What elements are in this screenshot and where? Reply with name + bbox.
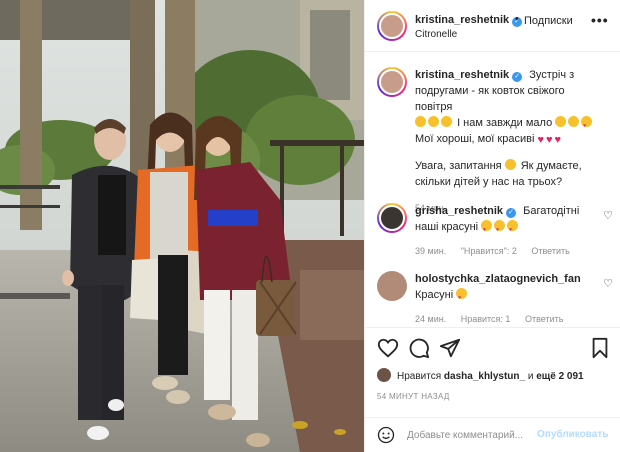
liker-avatar[interactable] [377, 368, 391, 382]
comment-body: grisha_reshetnik ✓ Багатодітні наші красу… [415, 203, 605, 259]
comment-username[interactable]: holostychka_zlataognevich_fan [415, 273, 581, 285]
author-username-text[interactable]: kristina_reshetnik [415, 14, 509, 26]
grin-emoji-icon [441, 116, 452, 127]
post-side-panel: kristina_reshetnik ✓ • Подписки Citronell… [364, 0, 620, 452]
caption-text-3: Мої хороші, мої красиві [415, 133, 535, 145]
emoji-picker-icon[interactable] [377, 426, 395, 444]
comment-reply-button[interactable]: Ответить [531, 246, 569, 256]
caption-username[interactable]: kristina_reshetnik ✓ [415, 69, 523, 82]
caption-text-2: І нам завжди мало [457, 117, 553, 129]
publish-comment-button[interactable]: Опубликовать [537, 429, 608, 440]
save-bookmark-icon[interactable] [589, 337, 611, 359]
post-header: kristina_reshetnik ✓ • Подписки Citronell… [365, 0, 620, 52]
comment-meta: 24 мин. Нравится: 1 Ответить [415, 311, 605, 327]
post-timestamp[interactable]: 54 МИНУТ НАЗАД [377, 392, 450, 401]
likes-middle: и [527, 371, 534, 382]
comment-likes-count[interactable]: "Нравится": 2 [461, 246, 517, 256]
likes-prefix: Нравится [397, 371, 442, 382]
post-photo-image [0, 0, 364, 452]
red-heart-emoji-icon: ♥ [537, 134, 544, 146]
add-comment-bar: Опубликовать [365, 417, 620, 452]
heart-eyes-emoji-icon [481, 220, 493, 238]
comments-list[interactable]: kristina_reshetnik ✓ Зустріч з подругами … [365, 53, 620, 327]
comment-body: holostychka_zlataognevich_fan Красуні 24… [415, 271, 605, 327]
more-options-icon[interactable]: ••• [591, 12, 609, 28]
comment-username[interactable]: grisha_reshetnik ✓ [415, 205, 517, 218]
following-button[interactable]: Подписки [524, 15, 573, 27]
comment-time[interactable]: 39 мин. [415, 246, 446, 256]
comment-text: Красуні [415, 289, 454, 301]
wink-emoji-icon [568, 116, 580, 127]
comment-like-heart-icon[interactable]: ♡ [603, 209, 613, 222]
header-separator: • [515, 13, 519, 25]
comment-avatar[interactable] [377, 271, 407, 301]
likes-count[interactable]: ещё 2 091 [536, 371, 583, 382]
caption-username-text[interactable]: kristina_reshetnik [415, 69, 509, 81]
comment-username-text[interactable]: grisha_reshetnik [415, 205, 503, 217]
heart-eyes-emoji-icon [507, 220, 519, 238]
comment-like-heart-icon[interactable]: ♡ [603, 277, 613, 290]
likes-summary[interactable]: Нравится dasha_khlystun_ и ещё 2 091 [377, 368, 584, 382]
verified-badge-icon: ✓ [512, 72, 523, 82]
grin-emoji-icon [415, 116, 426, 127]
like-heart-icon[interactable] [377, 337, 399, 359]
share-send-icon[interactable] [439, 337, 461, 359]
thinking-emoji-icon [504, 159, 516, 170]
post-photo[interactable] [0, 0, 364, 452]
heart-eyes-emoji-icon [494, 220, 506, 238]
comment-meta: 39 мин. "Нравится": 2 Ответить [415, 243, 605, 259]
verified-badge-icon: ✓ [506, 208, 517, 218]
post-actions-bar [365, 327, 620, 367]
comment-input[interactable] [407, 426, 537, 444]
comment-likes-count[interactable]: Нравится: 1 [461, 314, 511, 324]
author-username[interactable]: kristina_reshetnik ✓ [415, 14, 523, 27]
caption-avatar[interactable] [377, 67, 407, 97]
comment-time[interactable]: 24 мин. [415, 314, 446, 324]
comment-reply-button[interactable]: Ответить [525, 314, 563, 324]
caption-text-4: Увага, запитання [415, 160, 502, 172]
red-heart-emoji-icon: ♥ [554, 134, 562, 146]
red-heart-emoji-icon: ♥ [546, 134, 553, 146]
location-link[interactable]: Citronelle [415, 29, 457, 40]
heart-eyes-emoji-icon [581, 116, 593, 134]
comment-bubble-icon[interactable] [408, 337, 430, 359]
caption-body: kristina_reshetnik ✓ Зустріч з подругами … [415, 67, 605, 216]
comment-avatar[interactable] [377, 203, 407, 233]
grin-emoji-icon [428, 116, 439, 127]
smile-emoji-icon [555, 116, 567, 127]
liker-username[interactable]: dasha_khlystun_ [444, 371, 525, 382]
heart-eyes-emoji-icon [456, 288, 468, 306]
author-avatar[interactable] [377, 11, 407, 41]
